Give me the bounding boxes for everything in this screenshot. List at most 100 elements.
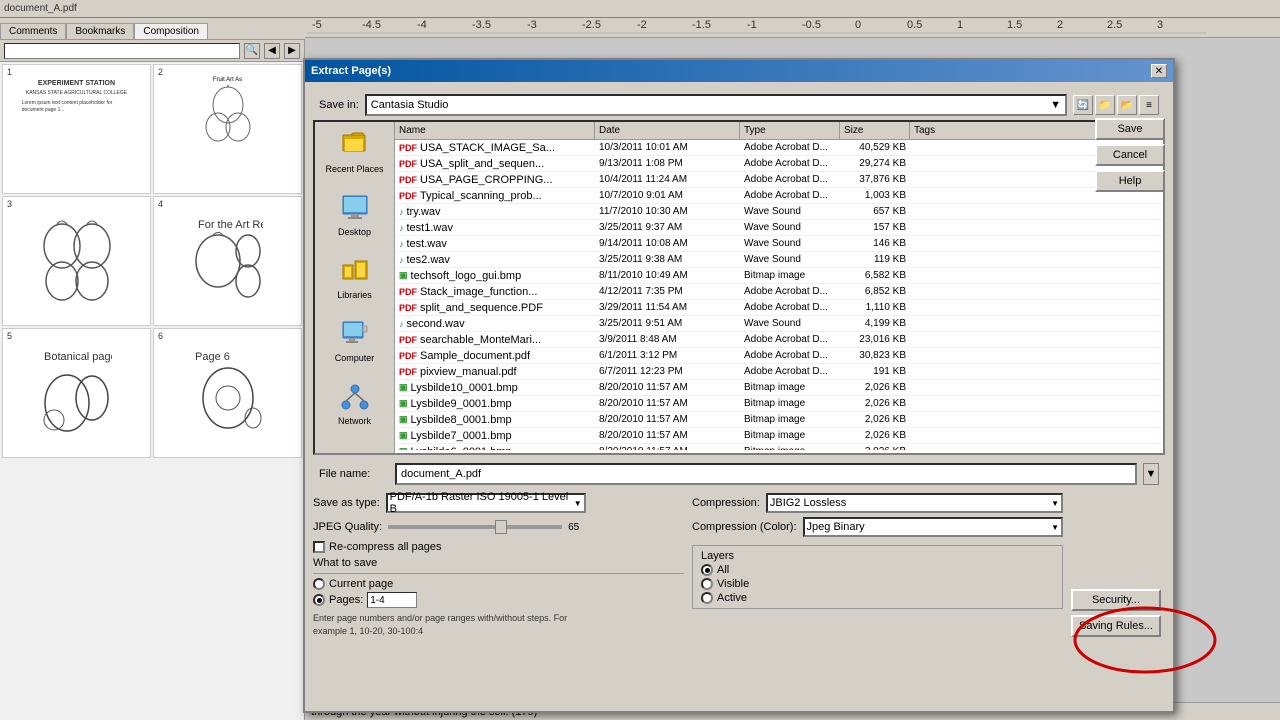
file-list-header: Name Date Type Size Tags [395, 122, 1163, 140]
file-row-8[interactable]: ▣ techsoft_logo_gui.bmp 8/11/2010 10:49 … [395, 268, 1163, 284]
file-row-18[interactable]: ▣ Lysbilde7_0001.bmp 8/20/2010 11:57 AM … [395, 428, 1163, 444]
file-cell-type: Adobe Acrobat D... [740, 302, 840, 313]
file-cell-size: 1,110 KB [840, 302, 910, 313]
file-cell-date: 3/25/2011 9:51 AM [595, 318, 740, 329]
compression-color-arrow: ▼ [1051, 523, 1059, 532]
nav-recent-places[interactable]: Recent Places [320, 126, 390, 177]
file-row-10[interactable]: PDF split_and_sequence.PDF 3/29/2011 11:… [395, 300, 1163, 316]
thumbnail-2[interactable]: 2 Fruit Art As [153, 64, 302, 194]
file-row-14[interactable]: PDF pixview_manual.pdf 6/7/2011 12:23 PM… [395, 364, 1163, 380]
file-cell-date: 8/20/2010 11:57 AM [595, 430, 740, 441]
view-btn[interactable]: ≡ [1139, 95, 1159, 115]
file-row-11[interactable]: ♪ second.wav 3/25/2011 9:51 AM Wave Soun… [395, 316, 1163, 332]
up-folder-btn[interactable]: 📁 [1095, 95, 1115, 115]
file-cell-date: 3/29/2011 11:54 AM [595, 302, 740, 313]
file-row-0[interactable]: PDF USA_STACK_IMAGE_Sa... 10/3/2011 10:0… [395, 140, 1163, 156]
save-in-value: Cantasia Studio [371, 99, 449, 111]
file-icon: ▣ [399, 398, 408, 409]
file-icon: PDF [399, 335, 417, 345]
file-cell-name: ♪ test1.wav [395, 222, 595, 234]
pages-input[interactable] [367, 592, 417, 608]
nav-recent-places-label: Recent Places [325, 164, 383, 174]
file-list[interactable]: PDF USA_STACK_IMAGE_Sa... 10/3/2011 10:0… [395, 140, 1163, 450]
file-cell-date: 8/20/2010 11:57 AM [595, 414, 740, 425]
dialog-close-button[interactable]: ✕ [1151, 64, 1167, 78]
file-cell-type: Adobe Acrobat D... [740, 158, 840, 169]
file-cell-date: 9/13/2011 1:08 PM [595, 158, 740, 169]
thumbnail-3[interactable]: 3 [2, 196, 151, 326]
nav-next-btn[interactable]: ▶ [284, 43, 300, 59]
file-row-17[interactable]: ▣ Lysbilde8_0001.bmp 8/20/2010 11:57 AM … [395, 412, 1163, 428]
top-toolbar: document_A.pdf [0, 0, 1280, 18]
file-icon: PDF [399, 159, 417, 169]
file-row-4[interactable]: ♪ try.wav 11/7/2010 10:30 AM Wave Sound … [395, 204, 1163, 220]
filename-input[interactable] [395, 463, 1137, 485]
saving-rules-button[interactable]: Saving Rules... [1071, 615, 1161, 637]
compression-select[interactable]: JBIG2 Lossless ▼ [766, 493, 1063, 513]
file-cell-type: Wave Sound [740, 318, 840, 329]
thumbnail-1[interactable]: 1 EXPERIMENT STATION KANSAS STATE AGRICU… [2, 64, 151, 194]
tab-comments[interactable]: Comments [0, 23, 66, 39]
file-cell-name: PDF Stack_image_function... [395, 286, 595, 298]
save-as-type-value: PDF/A-1b Raster ISO 19005-1 Level B [390, 491, 574, 515]
security-button[interactable]: Security... [1071, 589, 1161, 611]
file-row-15[interactable]: ▣ Lysbilde10_0001.bmp 8/20/2010 11:57 AM… [395, 380, 1163, 396]
tab-bookmarks[interactable]: Bookmarks [66, 23, 134, 39]
save-in-dropdown[interactable]: Cantasia Studio ▼ [365, 94, 1067, 116]
file-row-6[interactable]: ♪ test.wav 9/14/2011 10:08 AM Wave Sound… [395, 236, 1163, 252]
file-row-19[interactable]: ▣ Lysbilde6_0001.bmp 8/20/2010 11:57 AM … [395, 444, 1163, 450]
current-page-radio[interactable] [313, 578, 325, 590]
thumbnail-4[interactable]: 4 For the Art Represent [153, 196, 302, 326]
thumbnail-5[interactable]: 5 Botanical page 5 [2, 328, 151, 458]
layers-all-radio[interactable] [701, 564, 713, 576]
nav-network[interactable]: Network [320, 378, 390, 429]
col-header-type[interactable]: Type [740, 122, 840, 139]
recompress-checkbox[interactable] [313, 541, 325, 553]
tab-composition[interactable]: Composition [134, 23, 208, 39]
file-row-16[interactable]: ▣ Lysbilde9_0001.bmp 8/20/2010 11:57 AM … [395, 396, 1163, 412]
jpeg-quality-slider[interactable] [388, 525, 562, 529]
file-row-7[interactable]: ♪ tes2.wav 3/25/2011 9:38 AM Wave Sound … [395, 252, 1163, 268]
layers-active-radio[interactable] [701, 592, 713, 604]
file-row-1[interactable]: PDF USA_split_and_sequen... 9/13/2011 1:… [395, 156, 1163, 172]
file-row-9[interactable]: PDF Stack_image_function... 4/12/2011 7:… [395, 284, 1163, 300]
refresh-btn[interactable]: 🔄 [1073, 95, 1093, 115]
thumbnail-6[interactable]: 6 Page 6 [153, 328, 302, 458]
help-button[interactable]: Help [1095, 170, 1165, 192]
col-header-size[interactable]: Size [840, 122, 910, 139]
filename-row: File name: ▼ [313, 459, 1165, 489]
layers-visible-radio[interactable] [701, 578, 713, 590]
file-icon: ♪ [399, 255, 404, 265]
nav-desktop[interactable]: Desktop [320, 189, 390, 240]
nav-prev-btn[interactable]: ◀ [264, 43, 280, 59]
file-name: USA_split_and_sequen... [420, 158, 544, 170]
save-as-type-label: Save as type: [313, 497, 380, 509]
file-row-3[interactable]: PDF Typical_scanning_prob... 10/7/2010 9… [395, 188, 1163, 204]
create-folder-btn[interactable]: 📂 [1117, 95, 1137, 115]
file-row-5[interactable]: ♪ test1.wav 3/25/2011 9:37 AM Wave Sound… [395, 220, 1163, 236]
file-cell-name: PDF searchable_MonteMari... [395, 334, 595, 346]
col-header-date[interactable]: Date [595, 122, 740, 139]
file-row-2[interactable]: PDF USA_PAGE_CROPPING... 10/4/2011 11:24… [395, 172, 1163, 188]
file-icon: ▣ [399, 270, 408, 281]
file-name: second.wav [407, 318, 465, 330]
nav-libraries[interactable]: Libraries [320, 252, 390, 303]
file-cell-name: PDF pixview_manual.pdf [395, 366, 595, 378]
file-cell-name: PDF Sample_document.pdf [395, 350, 595, 362]
save-button[interactable]: Save [1095, 118, 1165, 140]
file-cell-type: Bitmap image [740, 398, 840, 409]
file-name: test1.wav [407, 222, 453, 234]
search-btn[interactable]: 🔍 [244, 43, 260, 59]
filename-dropdown-btn[interactable]: ▼ [1143, 463, 1159, 485]
file-row-12[interactable]: PDF searchable_MonteMari... 3/9/2011 8:4… [395, 332, 1163, 348]
cancel-button[interactable]: Cancel [1095, 144, 1165, 166]
col-header-name[interactable]: Name [395, 122, 595, 139]
file-row-13[interactable]: PDF Sample_document.pdf 6/1/2011 3:12 PM… [395, 348, 1163, 364]
pages-radio[interactable] [313, 594, 325, 606]
compression-color-select[interactable]: Jpeg Binary ▼ [803, 517, 1063, 537]
file-cell-size: 4,199 KB [840, 318, 910, 329]
file-cell-name: PDF split_and_sequence.PDF [395, 302, 595, 314]
nav-computer[interactable]: Computer [320, 315, 390, 366]
svg-text:-0.5: -0.5 [802, 19, 821, 31]
save-as-type-select[interactable]: PDF/A-1b Raster ISO 19005-1 Level B ▼ [386, 493, 586, 513]
